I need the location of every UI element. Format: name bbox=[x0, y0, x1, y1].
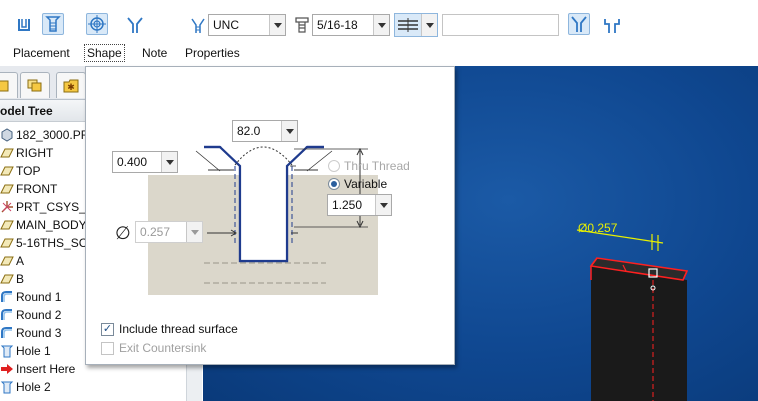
exit-countersink-label: Exit Countersink bbox=[119, 341, 207, 355]
chevron-down-icon[interactable] bbox=[421, 14, 437, 36]
datum-plane-icon bbox=[0, 218, 14, 232]
shape-panel: ∅ 82.0 0.400 0.257 1.250 Thru Thread Var… bbox=[85, 66, 455, 365]
tab-placement[interactable]: Placement bbox=[10, 44, 73, 62]
tree-item-label: Round 3 bbox=[16, 326, 62, 340]
diameter-symbol-icon: ∅ bbox=[115, 223, 131, 244]
insert-arrow-icon bbox=[0, 362, 14, 376]
tab-shape[interactable]: Shape bbox=[84, 44, 125, 62]
countersink-icon bbox=[127, 17, 143, 33]
hole-diameter-value: 0.257 bbox=[140, 225, 171, 239]
variable-radio[interactable]: Variable bbox=[328, 177, 387, 191]
simple-hole-icon bbox=[18, 19, 30, 31]
counterbore-button[interactable] bbox=[601, 14, 623, 36]
hole-icon bbox=[0, 344, 14, 358]
include-thread-surface-checkbox[interactable]: Include thread surface bbox=[101, 322, 238, 336]
tree-item-label: A bbox=[16, 254, 25, 268]
datum-plane-icon bbox=[0, 272, 14, 286]
hole-shape-diagram: ∅ bbox=[115, 132, 378, 295]
tree-item-label: Round 2 bbox=[16, 308, 62, 322]
include-thread-surface-label: Include thread surface bbox=[119, 322, 238, 336]
part-body bbox=[591, 266, 687, 401]
screw-size-icon bbox=[294, 16, 310, 34]
model-tree-icon bbox=[0, 80, 9, 91]
tree-item-label: Round 1 bbox=[16, 290, 62, 304]
thread-depth-value: 1.250 bbox=[332, 198, 363, 212]
thread-standard-dropdown[interactable]: UNC bbox=[208, 14, 286, 36]
radio-indicator bbox=[328, 178, 340, 190]
tree-item-label: TOP bbox=[16, 164, 41, 178]
tree-item-label: Hole 1 bbox=[16, 344, 51, 358]
screw-size-value: 5/16-18 bbox=[317, 18, 358, 32]
radio-indicator bbox=[328, 160, 340, 172]
countersink-angle-field[interactable]: 82.0 bbox=[232, 120, 298, 142]
depth-option-dropdown[interactable] bbox=[394, 13, 438, 37]
tree-item[interactable]: Hole 2 bbox=[0, 378, 200, 396]
datum-plane-icon bbox=[0, 236, 14, 250]
tree-item-label: MAIN_BODY bbox=[16, 218, 87, 232]
chevron-down-icon bbox=[186, 222, 202, 242]
layers-icon bbox=[27, 79, 42, 91]
standard-hole-button[interactable] bbox=[42, 13, 64, 35]
add-tapping-button[interactable] bbox=[86, 13, 108, 35]
chevron-down-icon[interactable] bbox=[375, 195, 391, 215]
thru-thread-label: Thru Thread bbox=[344, 159, 410, 173]
thru-thread-radio: Thru Thread bbox=[328, 159, 410, 173]
countersink-angle-value: 82.0 bbox=[237, 124, 261, 138]
exit-countersink-checkbox: Exit Countersink bbox=[101, 341, 206, 355]
datum-plane-icon bbox=[0, 146, 14, 160]
tab-favorites[interactable]: ✱ bbox=[56, 72, 86, 98]
hole-icon bbox=[0, 380, 14, 394]
datum-plane-icon bbox=[0, 182, 14, 196]
hole-diameter-field: 0.257 bbox=[135, 221, 203, 243]
tree-item-label: Insert Here bbox=[16, 362, 76, 376]
tab-properties[interactable]: Properties bbox=[182, 44, 243, 62]
countersink-icon bbox=[571, 16, 587, 32]
crosshair-icon bbox=[88, 15, 106, 33]
svg-text:✱: ✱ bbox=[67, 83, 75, 93]
thread-depth-field[interactable]: 1.250 bbox=[327, 194, 392, 216]
standard-hole-icon bbox=[45, 16, 61, 32]
tree-item-label: Hole 2 bbox=[16, 380, 51, 394]
datum-plane-icon bbox=[0, 254, 14, 268]
countersink-button[interactable] bbox=[124, 14, 146, 36]
part-icon bbox=[0, 128, 14, 142]
round-icon bbox=[0, 308, 14, 322]
screw-size-dropdown[interactable]: 5/16-18 bbox=[312, 14, 390, 36]
hole-diameter-dimension[interactable]: Ø0.257 bbox=[578, 221, 618, 235]
star-folder-icon: ✱ bbox=[63, 79, 79, 93]
datum-plane-icon bbox=[0, 164, 14, 178]
tab-folder-browser[interactable] bbox=[20, 72, 50, 98]
csys-icon bbox=[0, 200, 14, 214]
thread-type-icon bbox=[190, 17, 206, 35]
tab-note[interactable]: Note bbox=[139, 44, 170, 62]
checkbox-indicator bbox=[101, 322, 114, 336]
chevron-down-icon[interactable] bbox=[281, 121, 297, 141]
tree-item-label: B bbox=[16, 272, 25, 286]
countersink-diameter-value: 0.400 bbox=[117, 155, 148, 169]
countersink-diameter-field[interactable]: 0.400 bbox=[112, 151, 178, 173]
round-icon bbox=[0, 290, 14, 304]
chevron-down-icon[interactable] bbox=[269, 15, 285, 35]
depth-value-input[interactable] bbox=[442, 14, 559, 36]
tree-item-label: RIGHT bbox=[16, 146, 54, 160]
chevron-down-icon[interactable] bbox=[161, 152, 177, 172]
hole-dashboard: UNC 5/16-18 Placement Shape Note Propert… bbox=[0, 0, 758, 66]
tab-model-tree[interactable] bbox=[0, 72, 18, 98]
depth-option-icon bbox=[395, 17, 421, 33]
chevron-down-icon[interactable] bbox=[373, 15, 389, 35]
countersink-toggle-button[interactable] bbox=[568, 13, 590, 35]
thread-standard-value: UNC bbox=[213, 18, 239, 32]
counterbore-icon bbox=[604, 19, 620, 33]
variable-label: Variable bbox=[344, 177, 388, 191]
tree-item-label: FRONT bbox=[16, 182, 58, 196]
simple-hole-button[interactable] bbox=[13, 14, 35, 36]
round-icon bbox=[0, 326, 14, 340]
checkbox-indicator bbox=[101, 341, 114, 355]
